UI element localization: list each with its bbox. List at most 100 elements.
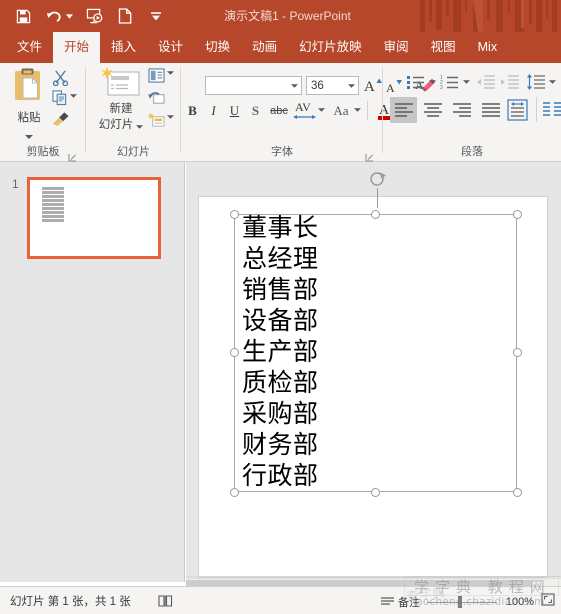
thumbnail-line	[42, 215, 64, 218]
textbox-line-6: 质检部	[242, 368, 319, 397]
rotate-handle-icon[interactable]	[369, 170, 387, 188]
svg-text:A: A	[364, 79, 375, 94]
undo-dropdown-icon[interactable]	[65, 4, 74, 28]
tab-home[interactable]: 开始	[53, 32, 101, 63]
numbering-dropdown-icon[interactable]	[461, 76, 471, 88]
character-spacing-icon: AV	[293, 100, 316, 119]
thumbnail-number: 1	[12, 177, 19, 191]
new-slide-dropdown-icon[interactable]	[136, 116, 144, 134]
reset-icon	[148, 92, 165, 104]
thumbnail-preview-lines	[42, 187, 64, 222]
character-spacing-button[interactable]: AV	[293, 99, 317, 121]
resize-handle-middle-left[interactable]	[230, 348, 239, 357]
textbox-line-5: 生产部	[242, 337, 319, 366]
font-size-combobox[interactable]: 36	[306, 76, 359, 95]
paste-icon	[15, 68, 40, 100]
align-left-icon	[394, 103, 413, 117]
align-right-button[interactable]	[448, 97, 475, 123]
reset-button[interactable]	[148, 90, 165, 106]
tab-mix[interactable]: Mix	[467, 32, 508, 63]
save-icon[interactable]	[12, 4, 34, 28]
new-file-icon[interactable]	[114, 4, 136, 28]
clipboard-dialog-launcher[interactable]	[68, 149, 77, 162]
new-slide-label-line2: 幻灯片	[98, 118, 134, 131]
line-spacing-button[interactable]	[525, 72, 547, 92]
paintbrush-icon	[53, 112, 69, 127]
language-icon[interactable]	[158, 594, 174, 613]
notes-separator	[186, 576, 561, 577]
text-direction-button[interactable]	[505, 97, 530, 123]
zoom-slider[interactable]	[427, 596, 497, 608]
new-slide-button[interactable]: 新建 幻灯片	[92, 66, 150, 134]
paste-label: 粘贴	[17, 112, 41, 124]
undo-icon[interactable]	[43, 4, 65, 28]
font-size-dropdown-icon[interactable]	[344, 81, 358, 90]
paste-dropdown-icon[interactable]	[8, 126, 50, 144]
tab-insert[interactable]: 插入	[100, 32, 147, 63]
notes-button[interactable]: 备注	[380, 594, 420, 610]
copy-button[interactable]	[52, 90, 68, 106]
italic-button[interactable]: I	[204, 101, 223, 121]
text-shadow-button[interactable]: S	[246, 101, 265, 121]
cut-button[interactable]	[52, 69, 69, 86]
tab-file[interactable]: 文件	[6, 32, 53, 63]
section-dropdown-icon[interactable]	[167, 115, 174, 119]
tab-slideshow[interactable]: 幻灯片放映	[288, 32, 373, 63]
tab-view[interactable]: 视图	[420, 32, 467, 63]
grow-font-button[interactable]: A	[363, 75, 383, 95]
layout-button[interactable]	[148, 68, 165, 83]
change-case-dropdown-icon[interactable]	[353, 105, 362, 115]
character-spacing-dropdown-icon[interactable]	[317, 105, 326, 115]
numbering-button[interactable]: 1 2 3	[439, 72, 461, 92]
bold-button[interactable]: B	[183, 101, 202, 121]
tab-transitions[interactable]: 切换	[194, 32, 241, 63]
columns-icon	[543, 102, 561, 116]
change-case-button[interactable]: Aa	[329, 101, 353, 121]
resize-handle-top-left[interactable]	[230, 210, 239, 219]
justify-button[interactable]	[477, 97, 504, 123]
paste-button[interactable]: 粘贴	[8, 67, 50, 139]
notes-icon	[381, 597, 394, 605]
bullets-button[interactable]	[405, 72, 427, 92]
bullets-dropdown-icon[interactable]	[427, 76, 437, 88]
resize-handle-bottom-right[interactable]	[513, 488, 522, 497]
textbox-line-9: 行政部	[242, 461, 319, 490]
tab-design[interactable]: 设计	[147, 32, 194, 63]
line-spacing-dropdown-icon[interactable]	[547, 76, 557, 88]
customize-qat-icon[interactable]	[145, 4, 167, 28]
columns-button[interactable]	[541, 98, 561, 120]
resize-handle-top-center[interactable]	[371, 210, 380, 219]
format-painter-button[interactable]	[52, 111, 70, 127]
layout-dropdown-icon[interactable]	[167, 71, 174, 75]
resize-handle-middle-right[interactable]	[513, 348, 522, 357]
horizontal-scrollbar[interactable]	[186, 578, 561, 586]
tab-review[interactable]: 审阅	[373, 32, 420, 63]
align-center-button[interactable]	[419, 97, 446, 123]
fit-slide-icon	[541, 593, 555, 606]
underline-button[interactable]: U	[225, 101, 244, 121]
align-left-button[interactable]	[390, 97, 417, 123]
slide-textbox[interactable]: 董事长 总经理 销售部 设备部 生产部 质检部 采购部 财务部 行政部	[234, 213, 517, 492]
decrease-indent-button[interactable]	[475, 72, 497, 92]
copy-dropdown-icon[interactable]	[70, 94, 77, 98]
font-name-combobox[interactable]	[205, 76, 302, 95]
font-name-dropdown-icon[interactable]	[287, 81, 301, 90]
resize-handle-bottom-center[interactable]	[371, 488, 380, 497]
increase-indent-button[interactable]	[499, 72, 521, 92]
ribbon-tabs: 文件 开始 插入 设计 切换 动画 幻灯片放映 审阅 视图 Mix	[0, 32, 561, 63]
ribbon-group-clipboard: 粘贴 剪贴板	[0, 63, 86, 162]
zoom-slider-thumb[interactable]	[458, 596, 462, 608]
start-slideshow-icon[interactable]	[83, 4, 105, 28]
status-bar-right: 备注 100%	[380, 593, 555, 611]
strikethrough-button[interactable]: abc	[267, 102, 291, 120]
numbered-list-icon: 1 2 3	[440, 75, 458, 90]
section-button[interactable]	[148, 112, 165, 128]
resize-handle-top-right[interactable]	[513, 210, 522, 219]
font-dialog-launcher[interactable]	[365, 149, 374, 162]
resize-handle-bottom-left[interactable]	[230, 488, 239, 497]
tab-animations[interactable]: 动画	[241, 32, 288, 63]
fit-slide-button[interactable]	[541, 593, 555, 611]
slide-thumbnail-1[interactable]	[27, 177, 161, 259]
thumbnail-line	[42, 219, 64, 222]
copy-icon	[52, 90, 67, 106]
